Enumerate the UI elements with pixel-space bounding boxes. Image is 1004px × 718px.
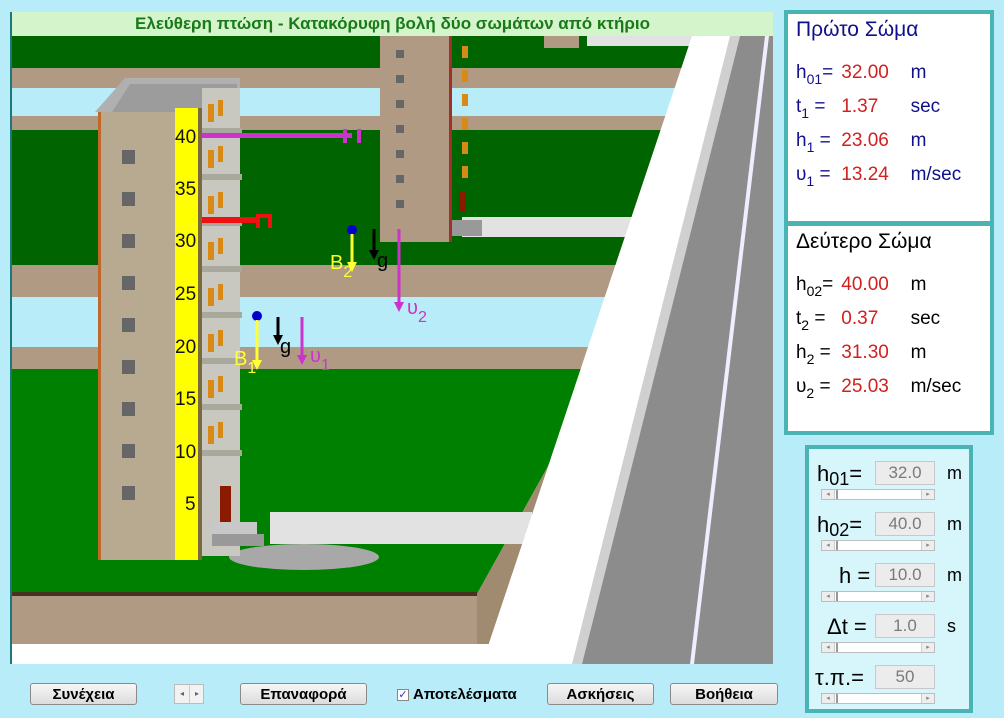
dt-input[interactable]: 1.0: [875, 614, 935, 638]
body1-v-value: 13.24: [841, 164, 889, 185]
scroll-left-icon: ◂: [822, 541, 835, 550]
scroll-left-icon: ◂: [822, 694, 835, 703]
results-checkbox[interactable]: ✓: [397, 689, 409, 701]
body2-v-row: υ2 = 25.03 m/sec: [796, 376, 962, 401]
scroll-right-icon: ▸: [921, 643, 934, 652]
body1-start-marker: [202, 217, 260, 223]
scroll-left-icon: ◂: [822, 490, 835, 499]
scale-label-10: 10: [175, 442, 197, 463]
exercises-button[interactable]: Ασκήσεις: [547, 683, 654, 705]
body1-h0-row: h01= 32.00 m: [796, 62, 927, 87]
control-dt: Δt = 1.0 s ◂ ▸: [809, 610, 969, 658]
h01-slider[interactable]: ◂ ▸: [821, 489, 935, 500]
body2-gravity-label: g: [377, 250, 389, 272]
near-soil-front: [12, 594, 477, 644]
dt-slider[interactable]: ◂ ▸: [821, 642, 935, 653]
step-forward-icon[interactable]: ▸: [190, 685, 204, 703]
body2-t-row: t2 = 0.37 sec: [796, 308, 941, 333]
body2-velocity-label: υ2: [407, 297, 427, 326]
body1-v-row: υ1 = 13.24 m/sec: [796, 164, 962, 189]
scroll-right-icon: ▸: [921, 694, 934, 703]
control-h: h = 10.0 m ◂ ▸: [809, 559, 969, 607]
h02-slider[interactable]: ◂ ▸: [821, 540, 935, 551]
building-windows: [122, 150, 135, 500]
body2-h-value: 31.30: [841, 342, 889, 363]
scroll-right-icon: ▸: [921, 592, 934, 601]
help-button[interactable]: Βοήθεια: [670, 683, 778, 705]
body1-heading: Πρώτο Σώμα: [796, 18, 919, 41]
scale-label-25: 25: [175, 284, 197, 305]
scale-label-5: 5: [185, 494, 196, 515]
scale-label-35: 35: [175, 179, 197, 200]
body2-ball: [347, 225, 357, 235]
building-shadow: [229, 544, 379, 570]
body2-h0-row: h02= 40.00 m: [796, 274, 927, 299]
speed-slider[interactable]: ◂ ▸: [821, 693, 935, 704]
far-soil-strip: [12, 68, 687, 88]
back-building: [380, 36, 452, 242]
body2-h-row: h2 = 31.30 m: [796, 342, 927, 367]
results-checkbox-label: Αποτελέσματα: [413, 686, 517, 703]
h02-input[interactable]: 40.0: [875, 512, 935, 536]
parameter-controls: h01= 32.0 m ◂ ▸ h02= 40.0 m ◂ ▸ h = 10.0 m…: [805, 445, 973, 713]
body1-h-row: h1 = 23.06 m: [796, 130, 927, 155]
body1-results-panel: Πρώτο Σώμα h01= 32.00 m t1 = 1.37 sec h1…: [784, 10, 994, 225]
scroll-right-icon: ▸: [921, 490, 934, 499]
reset-button[interactable]: Επαναφορά: [240, 683, 367, 705]
scroll-left-icon: ◂: [822, 643, 835, 652]
simulation-scene: Ελεύθερη πτώση - Κατακόρυφη βολή δύο σωμ…: [10, 12, 773, 664]
body1-velocity-label: υ1: [310, 345, 330, 374]
scale-label-15: 15: [175, 389, 197, 410]
speed-input[interactable]: 50: [875, 665, 935, 689]
body2-v-value: 25.03: [841, 376, 889, 397]
scale-label-40: 40: [175, 127, 197, 148]
scale-label-20: 20: [175, 337, 197, 358]
path-mid: [462, 217, 642, 237]
scale-label-30: 30: [175, 231, 197, 252]
control-h02: h02= 40.0 m ◂ ▸: [817, 512, 962, 551]
scene-title: Ελεύθερη πτώση - Κατακόρυφη βολή δύο σωμ…: [12, 12, 773, 36]
main-building: [98, 112, 178, 560]
step-back-icon[interactable]: ◂: [175, 685, 190, 703]
height-scale: [175, 108, 200, 560]
scroll-left-icon: ◂: [822, 592, 835, 601]
body1-h-value: 23.06: [841, 130, 889, 151]
body1-ball: [252, 311, 262, 321]
h-input[interactable]: 10.0: [875, 563, 935, 587]
body1-t-value: 1.37: [841, 96, 879, 117]
body2-h0-value: 40.00: [841, 274, 889, 295]
body2-heading: Δεύτερο Σώμα: [796, 230, 932, 253]
body1-t-row: t1 = 1.37 sec: [796, 96, 941, 121]
step-scroller[interactable]: ◂ ▸: [174, 684, 204, 704]
path-far: [587, 36, 697, 46]
body1-label: B1: [234, 348, 257, 377]
scene-graphics: [12, 36, 773, 664]
body2-results-panel: Δεύτερο Σώμα h02= 40.00 m t2 = 0.37 sec …: [784, 222, 994, 435]
h01-input[interactable]: 32.0: [875, 461, 935, 485]
body2-label: B2: [330, 252, 353, 281]
body1-h0-value: 32.00: [841, 62, 889, 83]
scroll-right-icon: ▸: [921, 541, 934, 550]
body2-t-value: 0.37: [841, 308, 879, 329]
body1-gravity-label: g: [280, 336, 292, 358]
control-h01: h01= 32.0 m ◂ ▸: [817, 461, 962, 500]
continue-button[interactable]: Συνέχεια: [30, 683, 137, 705]
body2-start-marker: [202, 133, 352, 138]
control-speed: τ.π.= 50 ◂ ▸: [809, 661, 969, 709]
path-near: [270, 512, 532, 544]
h-slider[interactable]: ◂ ▸: [821, 591, 935, 602]
